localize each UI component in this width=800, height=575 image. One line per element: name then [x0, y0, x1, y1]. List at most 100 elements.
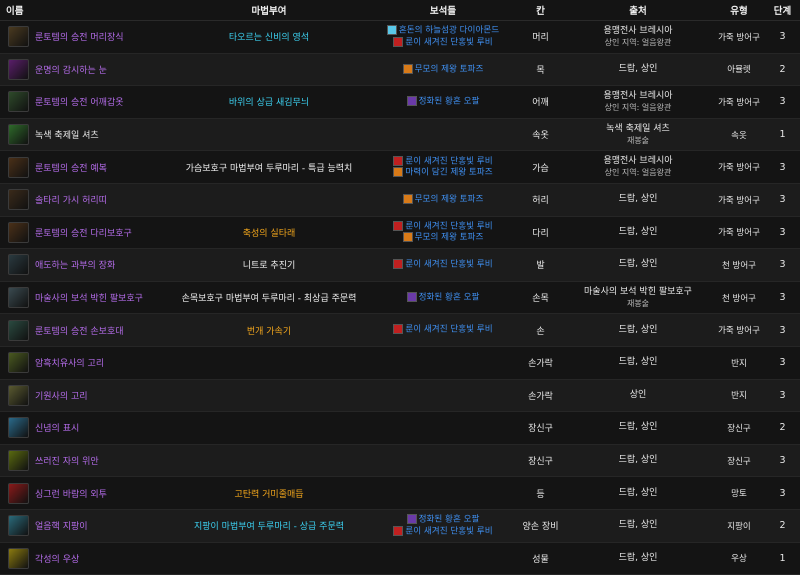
belt-icon[interactable] [8, 189, 29, 211]
chest-armor-icon[interactable] [8, 156, 29, 178]
stage-cell: 3 [779, 389, 786, 401]
enchant-link[interactable]: 고탄력 거미줄매듭 [234, 490, 303, 500]
type-cell: 아뮬렛 [727, 65, 751, 76]
shoulder-armor-icon[interactable] [8, 26, 29, 48]
item-name-link[interactable]: 신념의 표시 [35, 424, 79, 434]
table-row: 룬토템의 승전 예복 가슴보호구 마법부여 두루마리 - 특급 능력치 룬이 새겨진… [0, 150, 800, 184]
source-cell: 드랍, 상인 [563, 53, 713, 86]
stage-cell: 1 [779, 552, 786, 564]
boots-icon[interactable] [8, 254, 29, 276]
item-name-link[interactable]: 룬토템의 승전 손보호대 [35, 327, 124, 337]
enchant-link[interactable]: 바위의 상급 새김무늬 [229, 98, 309, 108]
header-gems[interactable]: 보석들 [368, 0, 518, 21]
type-cell: 망토 [731, 489, 747, 500]
enchant-link[interactable]: 지팡이 마법부여 두루마리 - 상급 주문력 [194, 522, 344, 532]
enchant-cell [170, 412, 368, 445]
header-slot[interactable]: 칸 [518, 0, 563, 21]
staff-icon[interactable] [8, 515, 29, 537]
header-source[interactable]: 출처 [563, 0, 713, 21]
gem-link[interactable]: 룬이 새겨진 단홍빛 루비 [368, 525, 518, 538]
gem-icon [393, 525, 404, 536]
gem-link[interactable]: 마력이 담긴 제왕 토파즈 [368, 167, 518, 179]
gem-icon [393, 167, 404, 178]
stage-cell: 3 [779, 455, 786, 467]
table-row: 마술사의 보석 박힌 팔보호구 손목보호구 마법부여 두루마리 - 최상급 주문력… [0, 281, 800, 314]
item-name-link[interactable]: 각성의 우상 [35, 555, 79, 565]
enchant-link[interactable]: 축성의 실타래 [243, 229, 296, 239]
header-enchant[interactable]: 마법부여 [170, 0, 368, 21]
item-name-cell: 녹색 축제일 셔츠 [0, 118, 170, 151]
source-text: 마술사의 보석 박힌 팔보호구 [584, 286, 692, 297]
gem-link[interactable]: 룬이 새겨진 단홍빛 루비 [368, 324, 518, 336]
item-name-link[interactable]: 싱그런 바람의 외투 [35, 490, 107, 500]
item-name-cell: 애도하는 과부의 장화 [0, 249, 170, 282]
table-row: 운명의 감시하는 눈 무모의 제왕 토파즈 목 드랍, 상인 아뮬렛 2 [0, 53, 800, 86]
gem-link[interactable]: 무모의 제왕 토파즈 [368, 63, 518, 76]
gem-link[interactable]: 룬이 새겨진 단홍빛 루비 [368, 259, 518, 271]
gems-cell: 정화된 황혼 오팔 룬이 새겨진 단홍빛 루비 [368, 509, 518, 542]
header-name[interactable]: 이름 [0, 0, 170, 21]
source-cell: 드랍, 상인 [563, 346, 713, 379]
item-name-link[interactable]: 얼음핵 지팡이 [35, 522, 88, 532]
item-name-cell: 기원사의 고리 [0, 379, 170, 412]
gem-link[interactable]: 룬이 새겨진 단홍빛 루비 [368, 220, 518, 233]
item-name-link[interactable]: 룬토템의 승전 예복 [35, 164, 107, 174]
idol-icon[interactable] [8, 547, 29, 569]
shirt-icon[interactable] [8, 124, 29, 146]
gem-link[interactable]: 무모의 제왕 토파즈 [368, 194, 518, 206]
item-name-link[interactable]: 솔타리 가시 허리띠 [35, 196, 107, 206]
enchant-link[interactable]: 가슴보호구 마법부여 두루마리 - 특급 능력치 [186, 164, 353, 174]
ring-icon[interactable] [8, 352, 29, 374]
stage-cell: 3 [779, 31, 786, 43]
enchant-link[interactable]: 타오르는 신비의 영석 [229, 33, 309, 43]
item-name-link[interactable]: 기원사의 고리 [35, 392, 88, 402]
table-row: 암흑치유사의 고리 손가락 드랍, 상인 반지 3 [0, 346, 800, 380]
header-stage[interactable]: 단계 [765, 0, 800, 21]
item-name-cell: 신념의 표시 [0, 412, 170, 445]
trinket-icon[interactable] [8, 417, 29, 439]
bracer-icon[interactable] [8, 287, 29, 309]
trinket-icon[interactable] [8, 450, 29, 472]
gem-link[interactable]: 룬이 새겨진 단홍빛 루비 [368, 36, 518, 49]
slot-cell: 목 [536, 65, 545, 76]
item-name-link[interactable]: 암흑치유사의 고리 [35, 359, 104, 369]
item-name-link[interactable]: 룬토템의 승전 다리보호구 [35, 229, 132, 239]
slot-cell: 다리 [532, 228, 549, 239]
shoulder-icon[interactable] [8, 91, 29, 113]
enchant-link[interactable]: 번개 가속기 [247, 327, 291, 337]
legs-armor-icon[interactable] [8, 221, 29, 243]
source-text: 드랍, 상인 [618, 455, 658, 466]
necklace-icon[interactable] [8, 58, 29, 80]
source-text: 드랍, 상인 [618, 194, 658, 205]
item-name-link[interactable]: 마술사의 보석 박힌 팔보호구 [35, 294, 143, 304]
source-cell: 드랍, 상인 [563, 509, 713, 542]
item-name-link[interactable]: 룬토템의 승전 어깨갑옷 [35, 98, 124, 108]
header-type[interactable]: 유형 [713, 0, 765, 21]
item-name-link[interactable]: 녹색 축제일 셔츠 [35, 131, 99, 141]
gem-link[interactable]: 무모의 제왕 토파즈 [368, 232, 518, 244]
gloves-icon[interactable] [8, 319, 29, 341]
stage-cell: 1 [779, 129, 786, 141]
source-text: 드랍, 상인 [618, 259, 658, 270]
item-name-link[interactable]: 룬토템의 승전 머리장식 [35, 33, 124, 43]
gems-cell: 정화된 황혼 오팔 [368, 281, 518, 314]
gem-link[interactable]: 정화된 황혼 오팔 [368, 514, 518, 526]
type-cell: 지팡이 [727, 521, 751, 532]
stage-cell: 3 [779, 226, 786, 238]
enchant-link[interactable]: 손목보호구 마법부여 두루마리 - 최상급 주문력 [182, 294, 357, 304]
slot-cell: 장신구 [528, 457, 553, 468]
source-cell: 드랍, 상인 [563, 444, 713, 477]
enchant-link[interactable]: 니트로 추진기 [243, 261, 296, 271]
gem-link[interactable]: 정화된 황혼 오팔 [368, 96, 518, 108]
gem-icon [402, 63, 413, 74]
gem-name: 정화된 황혼 오팔 [418, 292, 480, 303]
cloak-icon[interactable] [8, 482, 29, 504]
ring-icon[interactable] [8, 384, 29, 406]
gem-name: 무모의 제왕 토파즈 [414, 64, 484, 75]
gem-link[interactable]: 정화된 황혼 오팔 [368, 291, 518, 304]
item-name-link[interactable]: 운명의 감시하는 눈 [35, 66, 107, 76]
item-name-link[interactable]: 쓰러진 자의 위안 [35, 457, 99, 467]
gem-link[interactable]: 룬이 새겨진 단홍빛 루비 [368, 155, 518, 168]
item-name-link[interactable]: 애도하는 과부의 장화 [35, 261, 115, 271]
gem-link[interactable]: 혼돈의 하늘섬광 다이아몬드 [368, 25, 518, 37]
